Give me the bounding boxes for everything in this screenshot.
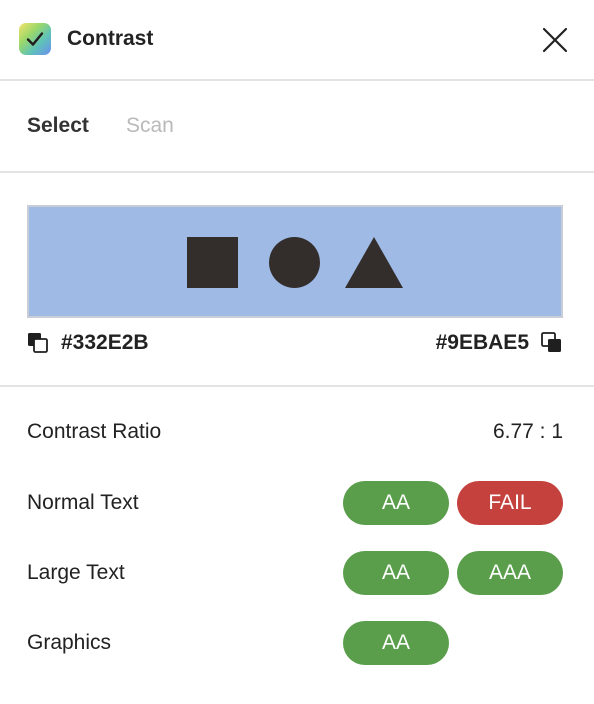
- graphics-label: Graphics: [27, 631, 112, 654]
- large-text-row: Large Text AA AAA: [27, 551, 563, 595]
- app-title: Contrast: [67, 27, 154, 50]
- normal-text-aa-badge: AA: [343, 481, 449, 525]
- normal-text-aaa-badge: FAIL: [457, 481, 563, 525]
- foreground-hex[interactable]: #332E2B: [61, 331, 149, 355]
- triangle-shape: [345, 237, 403, 288]
- background-color: #9EBAE5: [436, 330, 563, 356]
- panel-header: Contrast: [0, 0, 594, 80]
- circle-shape: [269, 237, 320, 288]
- swap-foreground-icon[interactable]: [27, 332, 49, 354]
- large-text-aa-badge: AA: [343, 551, 449, 595]
- check-icon: [19, 23, 51, 55]
- divider: [0, 385, 594, 387]
- graphics-aa-badge: AA: [343, 621, 449, 665]
- tab-scan[interactable]: Scan: [126, 114, 174, 138]
- divider: [0, 79, 594, 81]
- background-hex[interactable]: #9EBAE5: [436, 331, 529, 355]
- square-shape: [187, 237, 238, 288]
- tab-select[interactable]: Select: [27, 114, 89, 138]
- contrast-preview: [27, 205, 563, 318]
- mode-tabs: Select Scan: [0, 82, 594, 170]
- contrast-ratio-value: 6.77 : 1: [492, 420, 563, 443]
- divider: [0, 171, 594, 173]
- normal-text-row: Normal Text AA FAIL: [27, 481, 563, 525]
- close-icon: [542, 27, 568, 53]
- contrast-ratio-label: Contrast Ratio: [27, 420, 162, 443]
- graphics-row: Graphics AA: [27, 621, 563, 665]
- normal-text-label: Normal Text: [27, 491, 139, 514]
- close-button[interactable]: [541, 26, 569, 54]
- contrast-ratio-row: Contrast Ratio 6.77 : 1: [27, 410, 563, 454]
- large-text-label: Large Text: [27, 561, 125, 584]
- swap-background-icon[interactable]: [541, 332, 563, 354]
- foreground-color: #332E2B: [27, 330, 149, 356]
- large-text-aaa-badge: AAA: [457, 551, 563, 595]
